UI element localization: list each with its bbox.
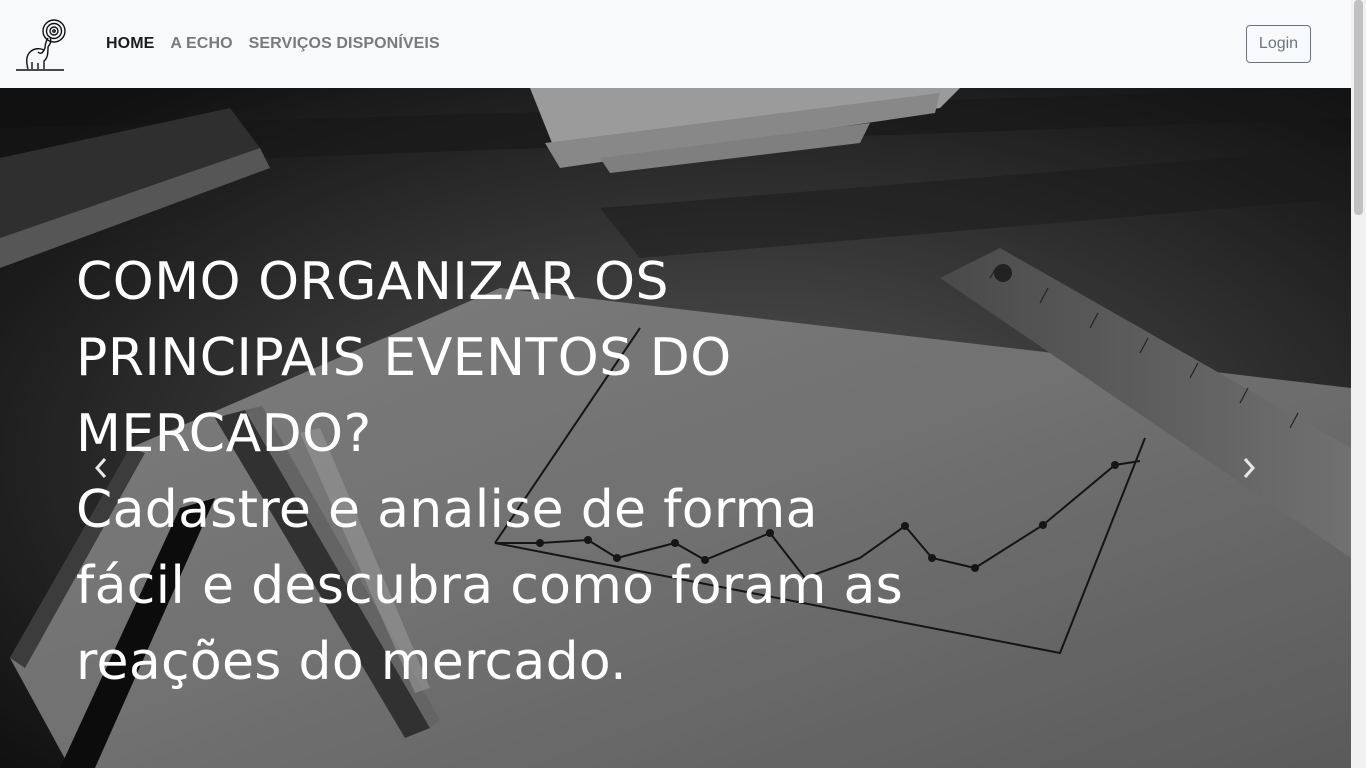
- scrollbar-thumb[interactable]: [1354, 0, 1363, 215]
- nav-a-echo-link[interactable]: A ECHO: [170, 34, 232, 54]
- top-navbar: HOME A ECHO SERVIÇOS DISPONÍVEIS Login: [0, 0, 1351, 88]
- elephant-logo-icon[interactable]: [14, 14, 68, 72]
- chevron-right-icon: [1243, 458, 1256, 478]
- carousel-prev-button[interactable]: [86, 448, 116, 488]
- hero-carousel: COMO ORGANIZAR OS PRINCIPAIS EVENTOS DO …: [0, 88, 1351, 768]
- hero-title: COMO ORGANIZAR OS PRINCIPAIS EVENTOS DO …: [76, 252, 732, 464]
- hero-subtitle: Cadastre e analise de forma fácil e desc…: [76, 480, 904, 692]
- carousel-next-button[interactable]: [1234, 448, 1264, 488]
- login-button[interactable]: Login: [1246, 25, 1311, 63]
- chevron-left-icon: [94, 458, 107, 478]
- page-scrollbar[interactable]: [1351, 0, 1366, 768]
- hero-caption: COMO ORGANIZAR OS PRINCIPAIS EVENTOS DO …: [76, 244, 936, 700]
- main-nav: HOME A ECHO SERVIÇOS DISPONÍVEIS: [106, 34, 440, 54]
- nav-servicos-link[interactable]: SERVIÇOS DISPONÍVEIS: [249, 34, 440, 54]
- nav-home-link[interactable]: HOME: [106, 34, 154, 54]
